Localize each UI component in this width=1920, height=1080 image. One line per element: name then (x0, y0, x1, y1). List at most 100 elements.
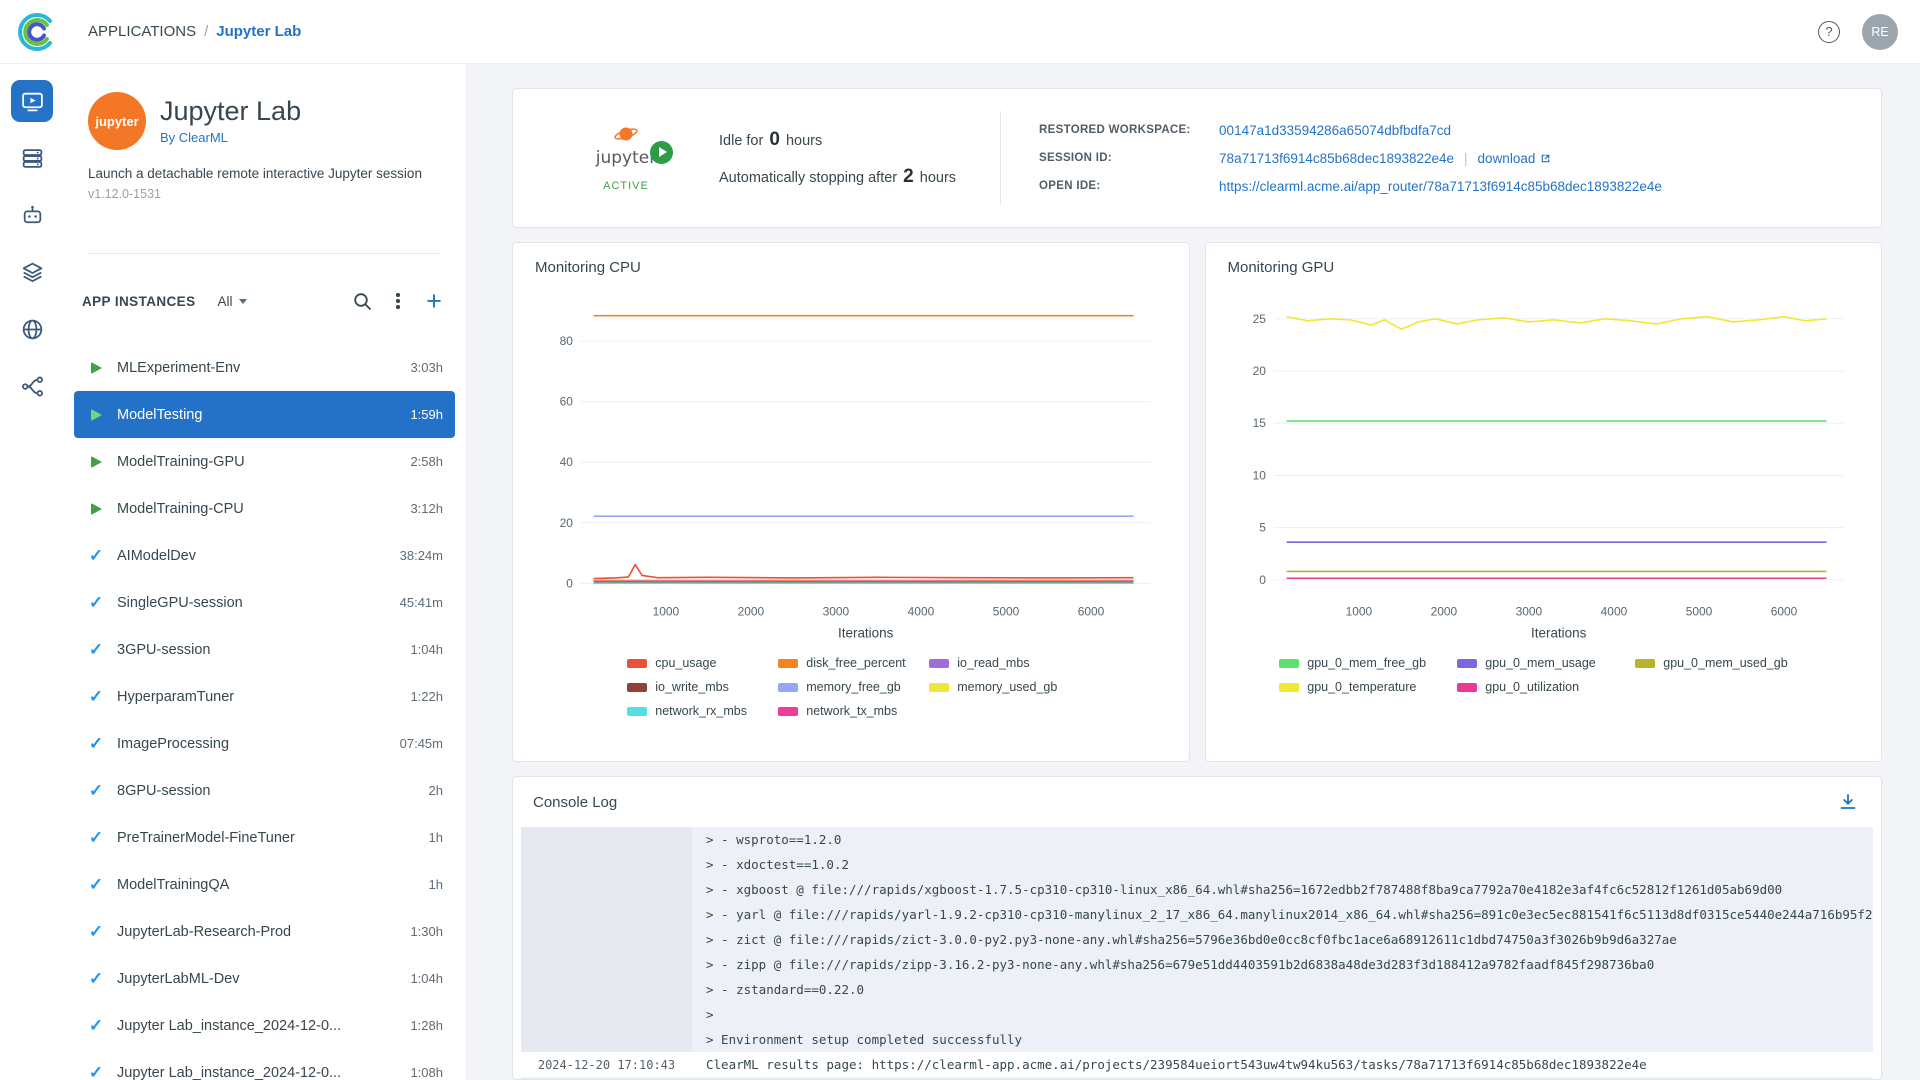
legend-swatch (1457, 659, 1477, 668)
instance-row[interactable]: 8GPU-session 2h (74, 767, 455, 814)
svg-text:1000: 1000 (653, 604, 680, 618)
instance-row[interactable]: MLExperiment-Env 3:03h (74, 344, 455, 391)
instance-row[interactable]: ModelTraining-CPU 3:12h (74, 485, 455, 532)
monitoring-gpu-card: Monitoring GPU 0510152025100020003000400… (1205, 242, 1883, 762)
instance-name: SingleGPU-session (117, 595, 388, 611)
instance-status-icon (87, 876, 105, 893)
legend-label: cpu_usage (655, 656, 716, 670)
instance-status-icon (87, 362, 105, 374)
add-instance-button[interactable]: + (421, 288, 447, 314)
rail-item-workers-queues[interactable] (11, 137, 53, 179)
svg-text:jupyter: jupyter (595, 148, 656, 168)
console-log-body[interactable]: > - wsproto==1.2.0> - xdoctest==1.0.2> -… (521, 827, 1873, 1079)
legend-swatch (1279, 683, 1299, 692)
instance-row[interactable]: ImageProcessing 07:45m (74, 720, 455, 767)
log-line: > - zstandard==0.22.0 (521, 977, 1873, 1002)
instance-row[interactable]: PreTrainerModel-FineTuner 1h (74, 814, 455, 861)
log-text: > (692, 1002, 1873, 1027)
svg-text:5000: 5000 (993, 604, 1020, 618)
field-value-link[interactable]: https://clearml.acme.ai/app_router/78a71… (1219, 179, 1662, 194)
legend-item[interactable]: memory_used_gb (929, 680, 1074, 694)
instance-name: Jupyter Lab_instance_2024-12-0... (117, 1065, 398, 1080)
legend-item[interactable]: gpu_0_temperature (1279, 680, 1451, 694)
legend-item[interactable]: network_rx_mbs (627, 704, 772, 718)
rail-item-datasets[interactable] (11, 251, 53, 293)
legend-item[interactable]: gpu_0_mem_used_gb (1635, 656, 1807, 670)
instance-name: JupyterLabML-Dev (117, 971, 398, 987)
kebab-menu-icon[interactable] (385, 288, 411, 314)
instance-status-icon (87, 735, 105, 752)
instance-row[interactable]: SingleGPU-session 45:41m (74, 579, 455, 626)
log-text: > - xgboost @ file:///rapids/xgboost-1.7… (692, 877, 1873, 902)
log-timestamp (521, 852, 692, 877)
instance-status-icon (87, 1064, 105, 1080)
svg-text:5000: 5000 (1685, 604, 1712, 618)
applications-icon (20, 89, 45, 114)
breadcrumb-applications[interactable]: APPLICATIONS (88, 23, 196, 40)
session-summary-card: jupyter ACTIVE Idle for 0 hours Automati… (512, 88, 1882, 228)
help-icon[interactable]: ? (1818, 21, 1840, 43)
breadcrumb-current[interactable]: Jupyter Lab (216, 23, 301, 40)
log-line: > - zict @ file:///rapids/zict-3.0.0-py2… (521, 927, 1873, 952)
instance-row[interactable]: JupyterLabML-Dev 1:04h (74, 955, 455, 1002)
instance-name: ImageProcessing (117, 736, 388, 752)
jupyter-session-logo: jupyter ACTIVE (567, 125, 685, 192)
legend-item[interactable]: gpu_0_mem_free_gb (1279, 656, 1451, 670)
instance-status-icon (87, 923, 105, 940)
download-log-icon[interactable] (1835, 789, 1861, 815)
instance-row[interactable]: JupyterLab-Research-Prod 1:30h (74, 908, 455, 955)
instance-name: ModelTrainingQA (117, 877, 417, 893)
instances-filter-dropdown[interactable]: All (217, 294, 246, 309)
instance-status-icon (87, 829, 105, 846)
instance-duration: 1h (429, 830, 443, 845)
legend-item[interactable]: disk_free_percent (778, 656, 923, 670)
instance-row[interactable]: Jupyter Lab_instance_2024-12-0... 1:28h (74, 1002, 455, 1049)
chevron-down-icon (239, 299, 247, 304)
search-icon[interactable] (349, 288, 375, 314)
main-content: jupyter ACTIVE Idle for 0 hours Automati… (465, 64, 1920, 1080)
legend-swatch (929, 659, 949, 668)
legend-item[interactable]: memory_free_gb (778, 680, 923, 694)
instance-name: ModelTesting (117, 407, 398, 423)
app-instances-title: APP INSTANCES (82, 294, 195, 309)
legend-label: io_write_mbs (655, 680, 729, 694)
legend-item[interactable]: io_read_mbs (929, 656, 1074, 670)
legend-item[interactable]: gpu_0_utilization (1457, 680, 1629, 694)
gpu-chart: 0510152025100020003000400050006000Iterat… (1228, 280, 1860, 646)
field-label: RESTORED WORKSPACE: (1039, 123, 1191, 138)
rail-item-hyper-datasets[interactable] (11, 308, 53, 350)
instance-row[interactable]: AIModelDev 38:24m (74, 532, 455, 579)
vertical-divider (1000, 111, 1001, 205)
app-byline[interactable]: By ClearML (160, 130, 301, 145)
instance-row[interactable]: HyperparamTuner 1:22h (74, 673, 455, 720)
instance-name: JupyterLab-Research-Prod (117, 924, 398, 940)
instance-status-icon (87, 409, 105, 421)
instance-duration: 38:24m (400, 548, 443, 563)
rail-item-applications[interactable] (11, 80, 53, 122)
legend-item[interactable]: cpu_usage (627, 656, 772, 670)
download-link[interactable]: download (1478, 151, 1552, 166)
clearml-logo-icon[interactable] (14, 9, 60, 55)
log-line: > (521, 1002, 1873, 1027)
legend-item[interactable]: io_write_mbs (627, 680, 772, 694)
log-timestamp (521, 977, 692, 1002)
avatar[interactable]: RE (1862, 14, 1898, 50)
legend-label: io_read_mbs (957, 656, 1029, 670)
field-value-link[interactable]: 78a71713f6914c85b68dec1893822e4e (1219, 151, 1454, 166)
legend-item[interactable]: gpu_0_mem_usage (1457, 656, 1629, 670)
instance-row[interactable]: ModelTraining-GPU 2:58h (74, 438, 455, 485)
rail-item-automation[interactable] (11, 194, 53, 236)
rail-item-pipelines[interactable] (11, 365, 53, 407)
field-value-link[interactable]: 00147a1d33594286a65074dbfbdfa7cd (1219, 123, 1451, 138)
svg-text:2000: 2000 (1430, 604, 1457, 618)
instance-row[interactable]: Jupyter Lab_instance_2024-12-0... 1:08h (74, 1049, 455, 1080)
log-text: > - wsproto==1.2.0 (692, 827, 1873, 852)
instance-row[interactable]: ModelTesting 1:59h (74, 391, 455, 438)
legend-label: network_tx_mbs (806, 704, 897, 718)
legend-item[interactable]: network_tx_mbs (778, 704, 923, 718)
legend-label: gpu_0_temperature (1307, 680, 1416, 694)
svg-text:6000: 6000 (1770, 604, 1797, 618)
instance-row[interactable]: 3GPU-session 1:04h (74, 626, 455, 673)
instance-name: ModelTraining-GPU (117, 454, 398, 470)
instance-row[interactable]: ModelTrainingQA 1h (74, 861, 455, 908)
